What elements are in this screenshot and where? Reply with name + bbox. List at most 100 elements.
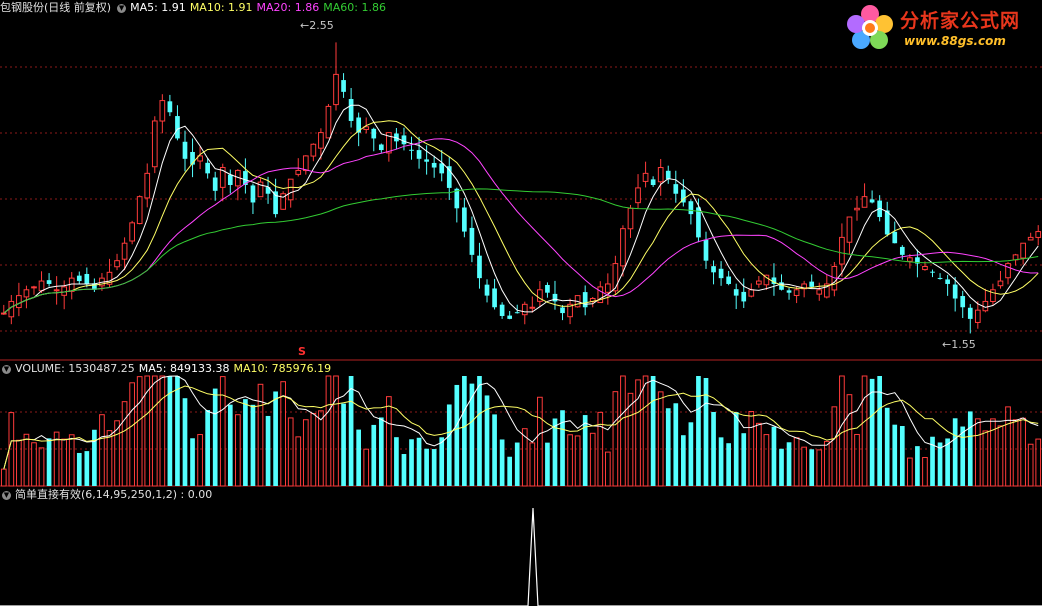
candle-body xyxy=(1005,263,1011,279)
volume-bar xyxy=(642,375,649,487)
volume-bar xyxy=(265,415,271,486)
candle-body xyxy=(816,289,823,295)
candle-body xyxy=(560,307,565,314)
candle-body xyxy=(711,266,716,273)
volume-bar xyxy=(325,375,332,487)
candle-body xyxy=(582,292,588,308)
candle-body xyxy=(227,174,233,185)
candle-body xyxy=(325,105,332,139)
candle-body xyxy=(144,172,151,199)
indicator-legend: ▼ 简单直接有效(6,14,95,250,1,2) : 0.00 xyxy=(0,488,216,502)
candle-body xyxy=(53,289,60,292)
volume-bar xyxy=(159,375,166,487)
volume-bar xyxy=(182,398,188,486)
settings-circle-icon[interactable]: ▼ xyxy=(117,3,127,13)
volume-bar xyxy=(363,448,370,487)
candle-body xyxy=(205,162,210,174)
ma60-line xyxy=(3,188,1039,314)
candle-body xyxy=(507,315,513,319)
volume-bar xyxy=(589,432,596,487)
volume-bar xyxy=(816,449,823,487)
candle-body xyxy=(8,300,15,318)
volume-bar xyxy=(46,438,52,486)
volume-bar xyxy=(0,468,7,487)
volume-bar xyxy=(424,448,429,486)
candle-body xyxy=(1020,242,1026,259)
candle-body xyxy=(650,179,656,185)
volume-bar xyxy=(76,452,82,486)
volume-bar xyxy=(756,422,762,487)
volume-bar xyxy=(61,438,68,487)
volume-bar xyxy=(899,426,905,486)
volume-bar xyxy=(711,411,716,486)
candle-body xyxy=(0,312,7,315)
candle-body xyxy=(952,284,958,299)
volume-bar xyxy=(409,439,414,486)
candle-body xyxy=(839,236,845,265)
ma10-legend: MA10: 1.91 xyxy=(189,1,253,14)
candle-body xyxy=(295,169,302,175)
volume-bar xyxy=(1035,438,1042,487)
vol-ma5-legend: MA5: 849133.38 xyxy=(138,362,230,375)
candle-body xyxy=(786,290,792,293)
volume-bar xyxy=(793,437,800,487)
volume-bar xyxy=(657,391,664,487)
volume-bar xyxy=(205,410,210,486)
price-legend: 包钢股份(日线 前复权) ▼ MA5: 1.91 MA10: 1.91 MA20: 1.… xyxy=(0,1,390,15)
stock-chart[interactable]: 包钢股份(日线 前复权) ▼ MA5: 1.91 MA10: 1.91 MA20: 1.… xyxy=(0,0,1042,606)
candle-body xyxy=(703,239,709,261)
vol-ma10-legend: MA10: 785976.19 xyxy=(233,362,332,375)
volume-bar xyxy=(545,442,550,486)
volume-bar xyxy=(574,435,581,487)
volume-bar xyxy=(477,376,482,486)
volume-bar xyxy=(273,391,278,486)
volume-bar xyxy=(84,451,90,486)
candle-body xyxy=(46,280,52,284)
volume-bar xyxy=(665,408,671,486)
candle-body xyxy=(937,277,943,279)
volume-bar xyxy=(92,429,97,486)
volume-bar xyxy=(537,396,543,487)
volume-bar xyxy=(378,417,384,486)
volume-bar xyxy=(243,399,248,486)
volume-value: VOLUME: 1530487.25 xyxy=(15,362,135,375)
candle-body xyxy=(945,279,950,284)
candle-body xyxy=(212,177,218,191)
volume-bar xyxy=(439,437,445,486)
candle-body xyxy=(61,286,68,296)
kline-chart-canvas[interactable] xyxy=(0,0,1042,606)
candle-body xyxy=(930,271,935,273)
volume-bar xyxy=(1020,417,1026,487)
volume-bar xyxy=(1012,419,1019,487)
volume-bar xyxy=(688,422,694,486)
volume-bar xyxy=(99,414,105,487)
watermark-url: www.88gs.com xyxy=(904,34,1006,48)
volume-bar xyxy=(499,439,505,486)
candle-body xyxy=(121,242,128,260)
candle-body xyxy=(665,170,671,180)
candle-body xyxy=(1035,231,1042,238)
volume-bar xyxy=(386,396,392,487)
candle-body xyxy=(854,207,860,211)
volume-bar xyxy=(295,436,302,487)
volume-bar xyxy=(801,446,807,487)
candle-body xyxy=(84,273,90,284)
candle-body xyxy=(409,149,414,151)
volume-bar xyxy=(144,375,151,487)
volume-bar xyxy=(650,376,656,486)
candle-body xyxy=(899,246,905,255)
settings-circle-icon[interactable]: ▼ xyxy=(2,490,11,500)
candle-body xyxy=(620,228,626,267)
volume-bar xyxy=(302,419,309,487)
candle-body xyxy=(892,231,898,244)
candle-body xyxy=(514,312,520,314)
volume-bar xyxy=(967,411,973,486)
candle-body xyxy=(287,178,294,201)
candle-body xyxy=(612,263,619,292)
volume-bar xyxy=(869,378,875,486)
volume-bar xyxy=(960,426,966,486)
volume-bar xyxy=(673,403,679,486)
candle-body xyxy=(462,207,467,232)
settings-circle-icon[interactable]: ▼ xyxy=(2,364,11,374)
volume-bar xyxy=(318,410,324,487)
